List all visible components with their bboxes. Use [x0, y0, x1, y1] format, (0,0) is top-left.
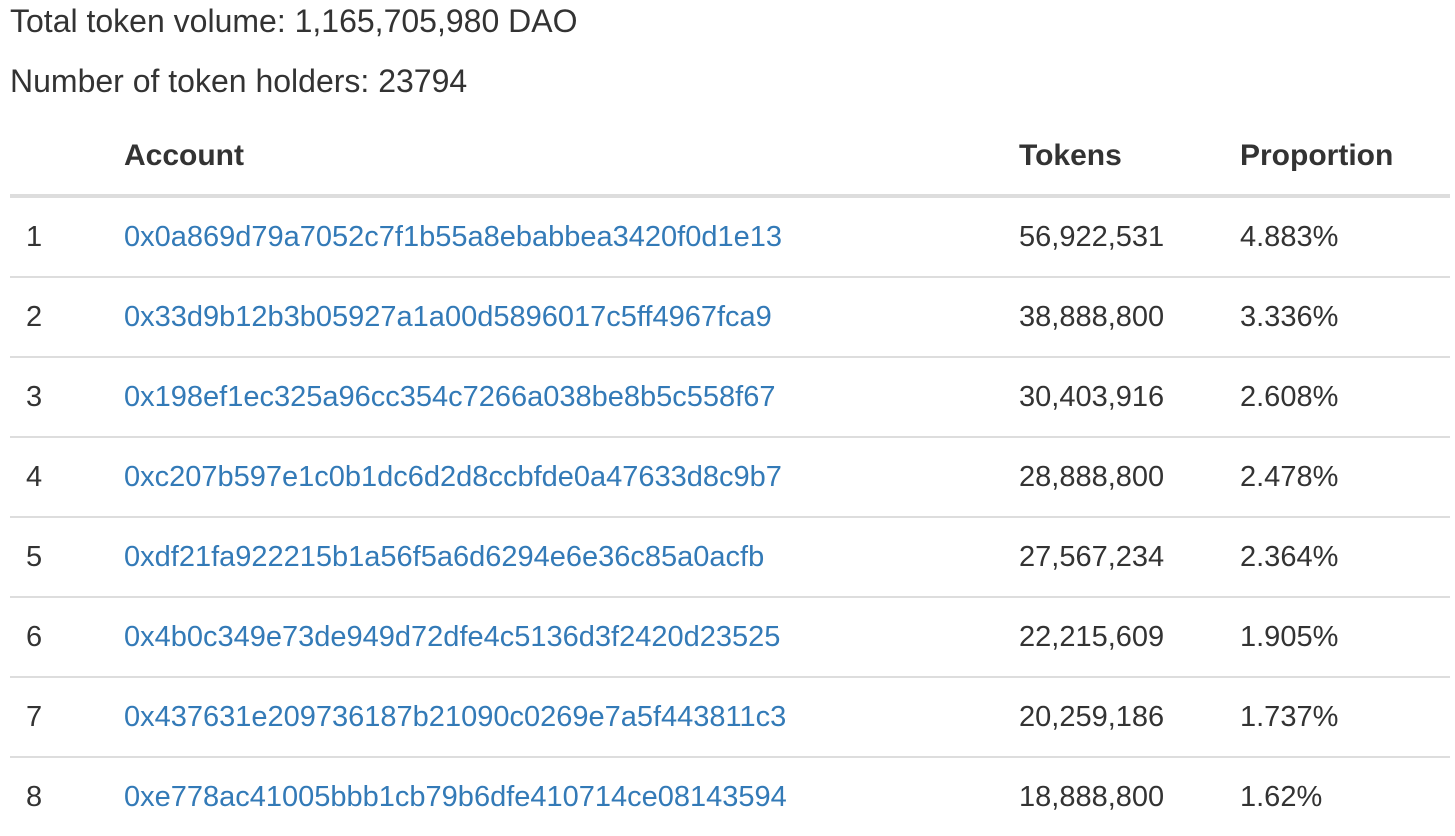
column-header-tokens: Tokens	[1003, 118, 1224, 198]
row-account-cell: 0x198ef1ec325a96cc354c7266a038be8b5c558f…	[108, 357, 1003, 438]
column-header-rank	[10, 118, 108, 198]
row-tokens: 30,403,916	[1003, 357, 1224, 438]
row-proportion: 1.905%	[1224, 597, 1450, 678]
row-account-cell: 0xdf21fa922215b1a56f5a6d6294e6e36c85a0ac…	[108, 517, 1003, 598]
token-holders-count: Number of token holders: 23794	[10, 61, 467, 101]
column-header-proportion: Proportion	[1224, 118, 1450, 198]
table-row: 3 0x198ef1ec325a96cc354c7266a038be8b5c55…	[10, 357, 1450, 438]
table-row: 2 0x33d9b12b3b05927a1a00d5896017c5ff4967…	[10, 277, 1450, 358]
row-tokens: 20,259,186	[1003, 677, 1224, 758]
total-token-volume-value: 1,165,705,980 DAO	[294, 3, 578, 39]
row-proportion: 2.608%	[1224, 357, 1450, 438]
account-link[interactable]: 0x0a869d79a7052c7f1b55a8ebabbea3420f0d1e…	[124, 221, 782, 253]
row-rank: 3	[10, 357, 108, 438]
row-tokens: 56,922,531	[1003, 196, 1224, 278]
row-account-cell: 0xe778ac41005bbb1cb79b6dfe410714ce081435…	[108, 757, 1003, 836]
row-tokens: 28,888,800	[1003, 437, 1224, 518]
row-proportion: 4.883%	[1224, 196, 1450, 278]
account-link[interactable]: 0xe778ac41005bbb1cb79b6dfe410714ce081435…	[124, 781, 787, 813]
account-link[interactable]: 0x437631e209736187b21090c0269e7a5f443811…	[124, 701, 786, 733]
row-rank: 7	[10, 677, 108, 758]
account-link[interactable]: 0x198ef1ec325a96cc354c7266a038be8b5c558f…	[124, 381, 775, 413]
row-account-cell: 0xc207b597e1c0b1dc6d2d8ccbfde0a47633d8c9…	[108, 437, 1003, 518]
row-tokens: 22,215,609	[1003, 597, 1224, 678]
table-row: 8 0xe778ac41005bbb1cb79b6dfe410714ce0814…	[10, 757, 1450, 836]
row-proportion: 3.336%	[1224, 277, 1450, 358]
row-rank: 6	[10, 597, 108, 678]
token-holders-value: 23794	[378, 63, 468, 99]
row-rank: 2	[10, 277, 108, 358]
table-row: 5 0xdf21fa922215b1a56f5a6d6294e6e36c85a0…	[10, 517, 1450, 598]
row-tokens: 18,888,800	[1019, 780, 1165, 813]
table-header-row: Account Tokens Proportion	[10, 118, 1450, 198]
account-link[interactable]: 0x33d9b12b3b05927a1a00d5896017c5ff4967fc…	[124, 301, 772, 333]
table-header: Account Tokens Proportion	[10, 118, 1450, 198]
row-tokens: 38,888,800	[1003, 277, 1224, 358]
row-rank: 4	[10, 437, 108, 518]
row-tokens: 27,567,234	[1003, 517, 1224, 598]
row-proportion: 1.737%	[1224, 677, 1450, 758]
row-proportion: 2.364%	[1224, 517, 1450, 598]
total-token-volume: Total token volume: 1,165,705,980 DAO	[10, 1, 577, 41]
row-proportion: 2.478%	[1224, 437, 1450, 518]
row-rank: 8	[26, 780, 43, 813]
table-row: 4 0xc207b597e1c0b1dc6d2d8ccbfde0a47633d8…	[10, 437, 1450, 518]
row-account-cell: 0x437631e209736187b21090c0269e7a5f443811…	[108, 677, 1003, 758]
row-account-cell: 0x33d9b12b3b05927a1a00d5896017c5ff4967fc…	[108, 277, 1003, 358]
row-account-cell: 0x0a869d79a7052c7f1b55a8ebabbea3420f0d1e…	[108, 196, 1003, 278]
table-row: 6 0x4b0c349e73de949d72dfe4c5136d3f2420d2…	[10, 597, 1450, 678]
column-header-account: Account	[108, 118, 1003, 198]
row-rank: 5	[10, 517, 108, 598]
row-account-cell: 0x4b0c349e73de949d72dfe4c5136d3f2420d235…	[108, 597, 1003, 678]
table-body: 1 0x0a869d79a7052c7f1b55a8ebabbea3420f0d…	[10, 196, 1450, 836]
account-link[interactable]: 0x4b0c349e73de949d72dfe4c5136d3f2420d235…	[124, 621, 780, 653]
account-link[interactable]: 0xdf21fa922215b1a56f5a6d6294e6e36c85a0ac…	[124, 541, 764, 573]
account-link[interactable]: 0xc207b597e1c0b1dc6d2d8ccbfde0a47633d8c9…	[124, 461, 782, 493]
table-row: 1 0x0a869d79a7052c7f1b55a8ebabbea3420f0d…	[10, 196, 1450, 278]
row-rank: 1	[10, 196, 108, 278]
row-proportion: 1.62%	[1240, 780, 1323, 813]
table-row: 7 0x437631e209736187b21090c0269e7a5f4438…	[10, 677, 1450, 758]
token-holders-table: Account Tokens Proportion 1 0x0a869d79a7…	[10, 118, 1450, 836]
token-holders-label: Number of token holders:	[10, 63, 379, 99]
total-token-volume-label: Total token volume:	[10, 3, 295, 39]
